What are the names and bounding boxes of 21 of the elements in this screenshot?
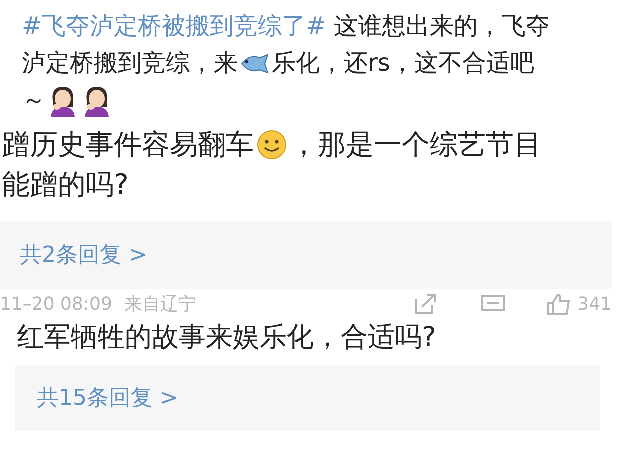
comment-text: 这谁想出来的，飞夺 xyxy=(332,11,550,42)
woman-facepalm-icon xyxy=(82,84,112,116)
like-count: 341 xyxy=(578,292,612,316)
woman-facepalm-icon xyxy=(48,84,78,116)
comment-text: 蹭历史事件容易翻车 xyxy=(2,127,254,163)
comment-icon[interactable] xyxy=(480,294,506,314)
comment-text: ，那是一个综艺节目 xyxy=(290,127,542,163)
comment-text: 泸定桥搬到竞综，来 xyxy=(22,48,238,79)
view-replies-button[interactable]: 共2条回复 > xyxy=(0,221,612,289)
comment-location: 来自辽宁 xyxy=(124,292,196,316)
comment-text: 乐化，还rs，这不合适吧 xyxy=(272,48,534,79)
hashtag-link[interactable]: #飞夺泸定桥被搬到竞综了# xyxy=(22,8,326,45)
thumbs-up-icon[interactable] xyxy=(546,293,572,315)
comment-text: ～ xyxy=(22,85,46,116)
smiley-icon xyxy=(257,130,287,160)
share-icon[interactable] xyxy=(414,293,438,315)
view-replies-button[interactable]: 共15条回复 > xyxy=(15,365,600,431)
comment-text: 红军牺牲的故事来娱乐化，合适吗? xyxy=(17,321,436,355)
fish-icon xyxy=(240,52,270,74)
comment-text: 能蹭的吗? xyxy=(2,167,129,203)
comment-time: 11–20 08:09 xyxy=(0,292,112,316)
